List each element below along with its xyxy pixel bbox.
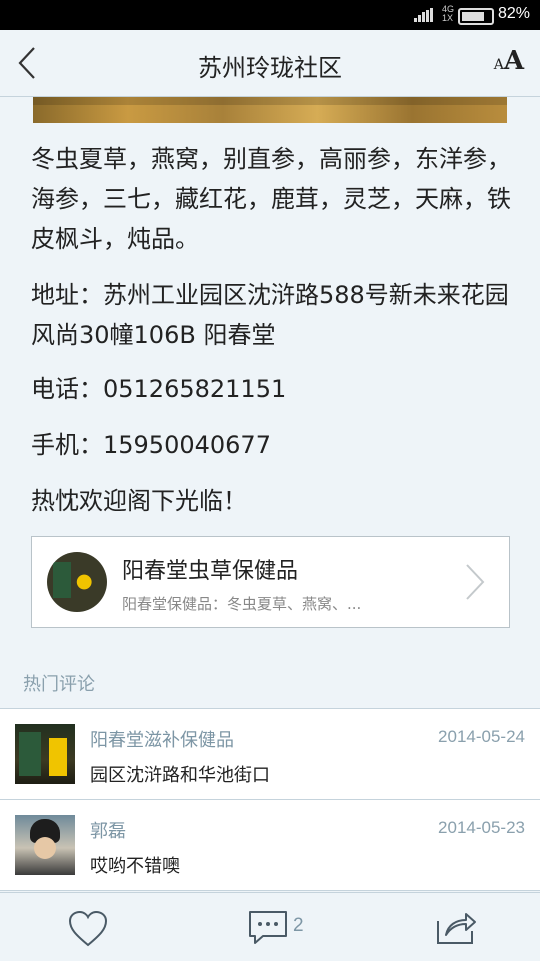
chevron-right-icon bbox=[466, 564, 485, 600]
shop-card[interactable]: 阳春堂虫草保健品 阳春堂保健品：冬虫夏草、燕窝、... bbox=[31, 536, 510, 628]
mobile-paragraph: 手机：15950040677 bbox=[31, 431, 271, 459]
like-button[interactable] bbox=[66, 909, 110, 949]
comment-text: 园区沈浒路和华池街口 bbox=[90, 765, 270, 786]
article-content: 冬虫夏草，燕窝，别直参，高丽参，东洋参，海参，三七，藏红花，鹿茸，灵芝，天麻，铁… bbox=[0, 97, 540, 892]
phone-paragraph: 电话：051265821151 bbox=[31, 375, 287, 403]
comment-button[interactable]: 2 bbox=[247, 909, 304, 949]
comment-author[interactable]: 阳春堂滋补保健品 bbox=[90, 726, 234, 752]
article-image bbox=[33, 97, 507, 123]
comment-avatar[interactable] bbox=[15, 724, 75, 784]
comment-text: 哎哟不错噢 bbox=[90, 856, 180, 877]
network-type-1x: 1X bbox=[441, 13, 453, 23]
font-size-small-icon: A bbox=[493, 57, 504, 73]
page-title: 苏州玲珑社区 bbox=[198, 54, 342, 82]
comment-item[interactable]: 郭磊 2014-05-23 哎哟不错噢 bbox=[0, 800, 540, 891]
shop-avatar bbox=[47, 552, 107, 612]
address-paragraph: 地址：苏州工业园区沈浒路588号新未来花园风尚30幢106B 阳春堂 bbox=[31, 281, 509, 349]
comment-count: 2 bbox=[293, 915, 304, 936]
comment-icon bbox=[249, 911, 287, 944]
shop-name: 阳春堂虫草保健品 bbox=[122, 559, 299, 584]
font-size-button[interactable]: AA bbox=[494, 46, 524, 80]
status-bar: 4G 1X 82% bbox=[0, 0, 540, 30]
top-bar: 苏州玲珑社区 AA bbox=[0, 30, 540, 97]
hot-comments-title: 热门评论 bbox=[23, 674, 95, 695]
comment-author[interactable]: 郭磊 bbox=[90, 817, 126, 843]
comment-item[interactable]: 阳春堂滋补保健品 2014-05-24 园区沈浒路和华池街口 bbox=[0, 709, 540, 800]
battery-icon bbox=[458, 8, 494, 25]
bottom-action-bar: 2 bbox=[0, 892, 540, 961]
signal-icon bbox=[414, 8, 433, 22]
network-type: 4G 1X bbox=[442, 5, 454, 23]
comment-avatar[interactable] bbox=[15, 815, 75, 875]
shop-description: 阳春堂保健品：冬虫夏草、燕窝、... bbox=[122, 595, 362, 613]
comment-date: 2014-05-24 bbox=[438, 727, 525, 746]
font-size-large-icon: A bbox=[503, 46, 524, 76]
welcome-paragraph: 热忱欢迎阁下光临！ bbox=[31, 487, 247, 515]
heart-icon bbox=[68, 910, 108, 947]
battery-percent: 82% bbox=[497, 5, 530, 22]
comment-date: 2014-05-23 bbox=[438, 818, 525, 837]
share-button[interactable] bbox=[434, 907, 478, 947]
products-paragraph: 冬虫夏草，燕窝，别直参，高丽参，东洋参，海参，三七，藏红花，鹿茸，灵芝，天麻，铁… bbox=[31, 145, 511, 253]
share-icon bbox=[437, 913, 476, 944]
